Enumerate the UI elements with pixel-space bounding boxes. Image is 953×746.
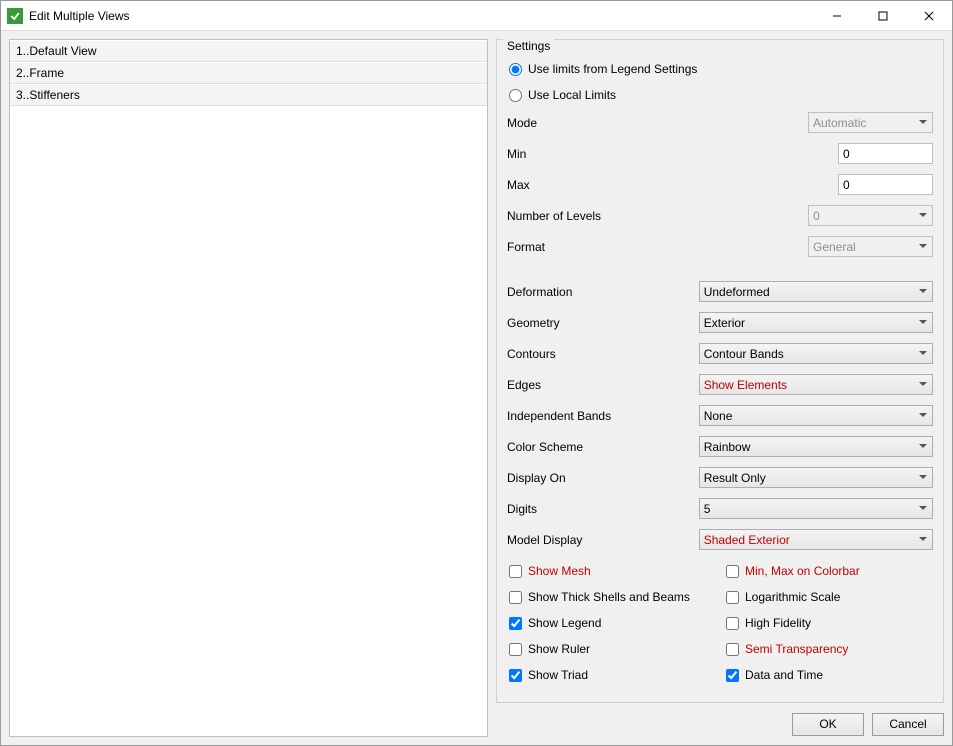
min-input[interactable] [838, 143, 933, 164]
indep-bands-label: Independent Bands [507, 409, 699, 423]
radio-legend-limits-label: Use limits from Legend Settings [528, 62, 697, 76]
check-show-ruler-input[interactable] [509, 643, 522, 656]
radio-local-limits-label: Use Local Limits [528, 88, 616, 102]
display-on-select[interactable]: Result Only [699, 467, 933, 488]
views-list[interactable]: 1..Default View 2..Frame 3..Stiffeners [9, 39, 488, 737]
levels-select[interactable]: 0 [808, 205, 933, 226]
check-high-fidelity-input[interactable] [726, 617, 739, 630]
deformation-select[interactable]: Undeformed [699, 281, 933, 302]
indep-bands-select[interactable]: None [699, 405, 933, 426]
main-area: 1..Default View 2..Frame 3..Stiffeners S… [1, 31, 952, 745]
mode-label: Mode [507, 116, 808, 130]
maximize-icon [878, 11, 888, 21]
min-label: Min [507, 147, 838, 161]
checkbox-grid: Show Mesh Min, Max on Colorbar Show Thic… [507, 564, 933, 682]
maximize-button[interactable] [860, 1, 906, 30]
settings-group-label: Settings [503, 39, 554, 53]
list-item[interactable]: 2..Frame [10, 62, 487, 84]
color-scheme-label: Color Scheme [507, 440, 699, 454]
max-input[interactable] [838, 174, 933, 195]
close-button[interactable] [906, 1, 952, 30]
check-show-mesh-input[interactable] [509, 565, 522, 578]
check-semi-transparency-input[interactable] [726, 643, 739, 656]
check-high-fidelity-label: High Fidelity [745, 616, 811, 630]
dialog-footer: OK Cancel [496, 703, 944, 737]
model-display-label: Model Display [507, 533, 699, 547]
check-show-legend-input[interactable] [509, 617, 522, 630]
settings-group: Settings Use limits from Legend Settings… [496, 39, 944, 703]
display-on-label: Display On [507, 471, 699, 485]
deformation-label: Deformation [507, 285, 699, 299]
radio-legend-limits-input[interactable] [509, 63, 522, 76]
right-panel: Settings Use limits from Legend Settings… [496, 39, 944, 737]
window-controls [814, 1, 952, 30]
check-thick-shells[interactable]: Show Thick Shells and Beams [507, 590, 716, 604]
ok-button[interactable]: OK [792, 713, 864, 736]
check-thick-shells-input[interactable] [509, 591, 522, 604]
color-scheme-select[interactable]: Rainbow [699, 436, 933, 457]
check-log-scale[interactable]: Logarithmic Scale [724, 590, 933, 604]
edges-select[interactable]: Show Elements [699, 374, 933, 395]
check-show-mesh[interactable]: Show Mesh [507, 564, 716, 578]
max-label: Max [507, 178, 838, 192]
check-minmax-colorbar-input[interactable] [726, 565, 739, 578]
check-show-triad[interactable]: Show Triad [507, 668, 716, 682]
check-show-ruler[interactable]: Show Ruler [507, 642, 716, 656]
app-icon [7, 8, 23, 24]
geometry-select[interactable]: Exterior [699, 312, 933, 333]
format-label: Format [507, 240, 808, 254]
list-item[interactable]: 1..Default View [10, 40, 487, 62]
check-semi-transparency[interactable]: Semi Transparency [724, 642, 933, 656]
check-date-time-input[interactable] [726, 669, 739, 682]
check-show-triad-input[interactable] [509, 669, 522, 682]
check-minmax-colorbar[interactable]: Min, Max on Colorbar [724, 564, 933, 578]
radio-local-limits[interactable]: Use Local Limits [507, 88, 933, 102]
list-item[interactable]: 3..Stiffeners [10, 84, 487, 106]
check-log-scale-input[interactable] [726, 591, 739, 604]
mode-select[interactable]: Automatic [808, 112, 933, 133]
contours-select[interactable]: Contour Bands [699, 343, 933, 364]
check-show-ruler-label: Show Ruler [528, 642, 590, 656]
check-show-legend-label: Show Legend [528, 616, 601, 630]
edges-label: Edges [507, 378, 699, 392]
check-thick-shells-label: Show Thick Shells and Beams [528, 590, 690, 604]
model-display-select[interactable]: Shaded Exterior [699, 529, 933, 550]
check-log-scale-label: Logarithmic Scale [745, 590, 840, 604]
geometry-label: Geometry [507, 316, 699, 330]
levels-label: Number of Levels [507, 209, 808, 223]
check-semi-transparency-label: Semi Transparency [745, 642, 848, 656]
contours-label: Contours [507, 347, 699, 361]
digits-select[interactable]: 5 [699, 498, 933, 519]
check-show-mesh-label: Show Mesh [528, 564, 591, 578]
check-show-triad-label: Show Triad [528, 668, 588, 682]
minimize-button[interactable] [814, 1, 860, 30]
check-show-legend[interactable]: Show Legend [507, 616, 716, 630]
check-minmax-colorbar-label: Min, Max on Colorbar [745, 564, 860, 578]
check-high-fidelity[interactable]: High Fidelity [724, 616, 933, 630]
format-select[interactable]: General [808, 236, 933, 257]
radio-legend-limits[interactable]: Use limits from Legend Settings [507, 62, 933, 76]
titlebar: Edit Multiple Views [1, 1, 952, 31]
check-date-time[interactable]: Data and Time [724, 668, 933, 682]
minimize-icon [832, 11, 842, 21]
window-title: Edit Multiple Views [29, 9, 814, 23]
cancel-button[interactable]: Cancel [872, 713, 944, 736]
check-date-time-label: Data and Time [745, 668, 823, 682]
close-icon [924, 11, 934, 21]
digits-label: Digits [507, 502, 699, 516]
radio-local-limits-input[interactable] [509, 89, 522, 102]
